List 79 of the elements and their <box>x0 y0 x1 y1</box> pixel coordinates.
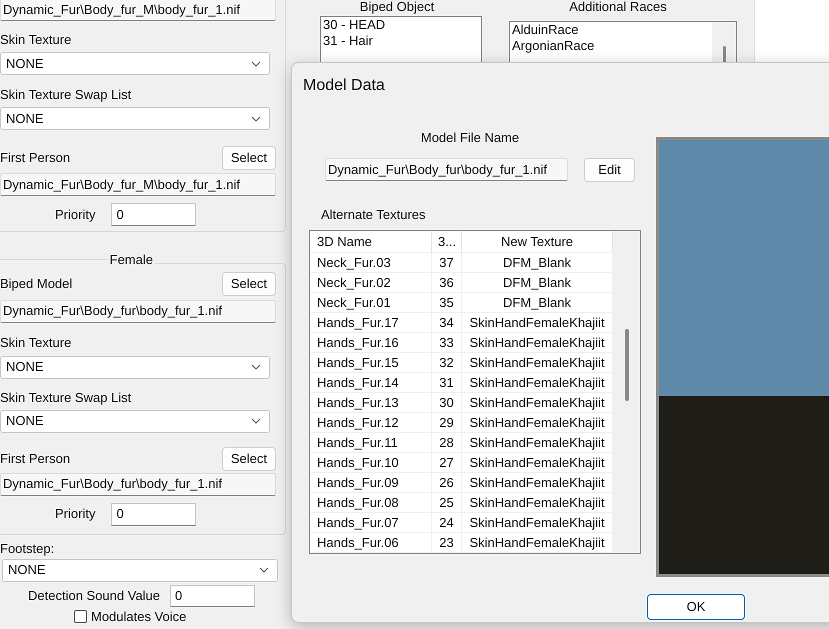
field-label: Skin Texture <box>0 334 72 350</box>
path-field[interactable]: Dynamic_Fur\Body_fur\body_fur_1.nif <box>0 300 276 322</box>
ok-button[interactable]: OK <box>647 594 745 620</box>
section-label: Alternate Textures <box>321 206 427 224</box>
table-cell: Hands_Fur.06 <box>310 533 432 552</box>
list-item[interactable]: 30 - HEAD <box>323 17 479 33</box>
field-label: Detection Sound Value <box>28 588 160 604</box>
field-label: Skin Texture Swap List <box>0 390 132 406</box>
table-cell: 29 <box>432 413 462 432</box>
table-cell: Hands_Fur.09 <box>310 473 432 492</box>
column-header[interactable]: 3... <box>432 231 462 252</box>
path-field[interactable]: Dynamic_Fur\Body_fur_M\body_fur_1.nif <box>0 0 276 21</box>
chevron-down-icon <box>251 364 261 370</box>
table-cell: 27 <box>432 453 462 472</box>
field-label: Biped Model <box>0 276 72 292</box>
dropdown[interactable]: NONE <box>2 558 278 582</box>
table-cell: Hands_Fur.12 <box>310 413 432 432</box>
table-cell: Neck_Fur.01 <box>310 293 432 312</box>
table-cell: 26 <box>432 473 462 492</box>
table-cell: 24 <box>432 513 462 532</box>
dropdown[interactable]: NONE <box>0 356 270 378</box>
list-item[interactable]: ArgonianRace <box>512 38 712 54</box>
dropdown[interactable]: NONE <box>0 52 270 75</box>
table-cell: 23 <box>432 533 462 552</box>
field-label: Skin Texture Swap List <box>0 87 132 103</box>
table-cell: Neck_Fur.03 <box>310 253 432 272</box>
group-title: Additional Races <box>569 0 667 14</box>
path-field[interactable]: Dynamic_Fur\Body_fur\body_fur_1.nif <box>325 158 568 181</box>
field-label: Priority <box>55 506 96 522</box>
table-cell: Hands_Fur.14 <box>310 373 432 392</box>
group-title: Biped Object <box>360 0 434 14</box>
table-cell: Hands_Fur.16 <box>310 333 432 352</box>
table-cell: Hands_Fur.15 <box>310 353 432 372</box>
table-cell: 31 <box>432 373 462 392</box>
group-title: Female <box>108 251 154 269</box>
priority-input[interactable]: 0 <box>111 203 196 226</box>
table-cell: 32 <box>432 353 462 372</box>
table-cell: 34 <box>432 313 462 332</box>
select-button[interactable]: Select <box>222 146 276 170</box>
table-cell: Hands_Fur.17 <box>310 313 432 332</box>
dropdown[interactable]: NONE <box>0 107 270 130</box>
scrollbar[interactable] <box>613 231 640 553</box>
field-label: Footstep: <box>0 540 56 556</box>
dropdown[interactable]: NONE <box>0 410 270 432</box>
table-cell: Hands_Fur.13 <box>310 393 432 412</box>
checkbox[interactable] <box>74 610 87 623</box>
table-cell: 33 <box>432 333 462 352</box>
table-cell: Hands_Fur.08 <box>310 493 432 512</box>
edit-button[interactable]: Edit <box>584 158 635 182</box>
chevron-down-icon <box>259 567 269 573</box>
sound-value-input[interactable]: 0 <box>170 584 256 606</box>
field-label: Priority <box>55 206 96 222</box>
field-label: Modulates Voice <box>91 608 186 624</box>
path-field[interactable]: Dynamic_Fur\Body_fur\body_fur_1.nif <box>0 472 276 496</box>
chevron-down-icon <box>251 60 261 66</box>
table-cell: 28 <box>432 433 462 452</box>
table-cell: 25 <box>432 493 462 512</box>
table-cell: 30 <box>432 393 462 412</box>
chevron-down-icon <box>251 418 261 424</box>
table-cell: Hands_Fur.07 <box>310 513 432 532</box>
table-cell: Neck_Fur.02 <box>310 273 432 292</box>
select-button[interactable]: Select <box>222 272 276 296</box>
chevron-down-icon <box>251 116 261 122</box>
priority-input[interactable]: 0 <box>111 502 196 526</box>
table-cell: 36 <box>432 273 462 292</box>
dialog-title: Model Data <box>303 76 386 96</box>
list-item[interactable]: 31 - Hair <box>323 33 479 49</box>
field-label: Skin Texture <box>0 32 72 48</box>
field-label: First Person <box>0 150 70 166</box>
table-cell: 37 <box>432 253 462 272</box>
column-header[interactable]: 3D Name <box>310 231 432 252</box>
table-cell: 35 <box>432 293 462 312</box>
field-label: First Person <box>0 450 70 466</box>
select-button[interactable]: Select <box>222 446 276 470</box>
field-label: Model File Name <box>420 129 520 147</box>
table-cell: Hands_Fur.10 <box>310 453 432 472</box>
path-field[interactable]: Dynamic_Fur\Body_fur_M\body_fur_1.nif <box>0 173 276 196</box>
list-item[interactable]: AlduinRace <box>512 22 712 38</box>
table-cell: Hands_Fur.11 <box>310 433 432 452</box>
